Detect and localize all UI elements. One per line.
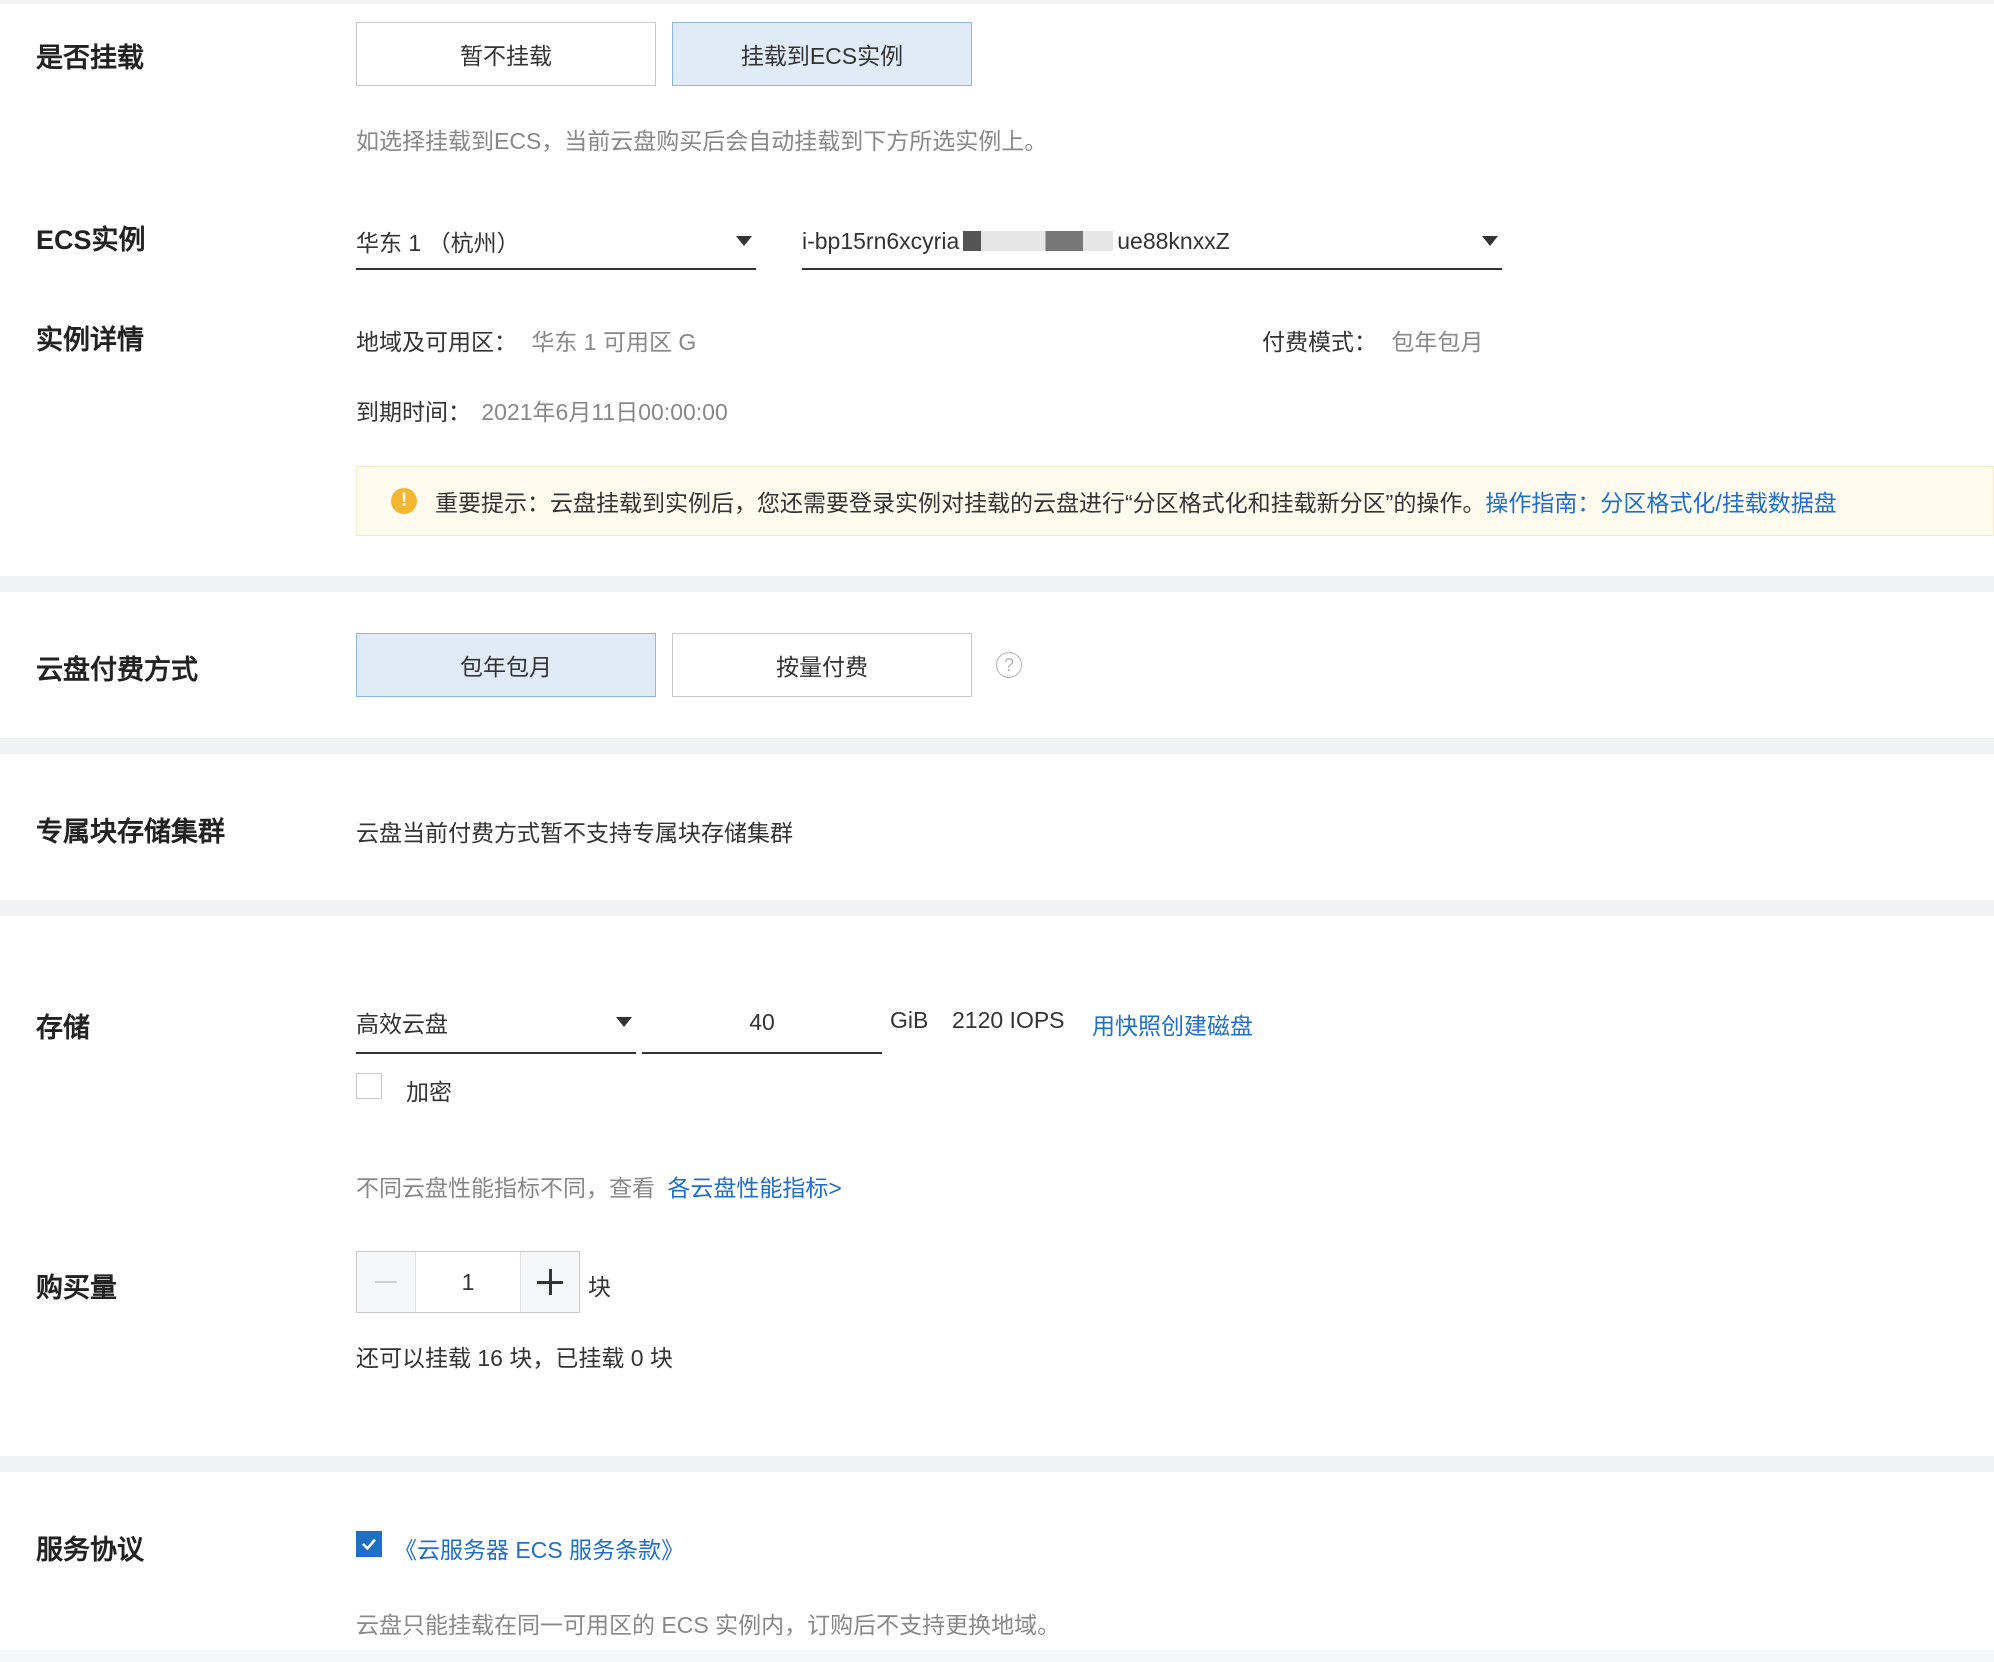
region-zone-key: 地域及可用区： [356, 329, 517, 355]
region-select[interactable]: 华东 1 （杭州） [356, 214, 756, 270]
quantity-value[interactable]: 1 [415, 1252, 521, 1312]
redacted-mask [963, 231, 1114, 251]
agreement-label: 服务协议 [36, 1535, 144, 1565]
billing-label: 云盘付费方式 [36, 655, 198, 685]
expire-row: 到期时间： 2021年6月11日00:00:00 [356, 393, 728, 427]
quantity-label: 购买量 [36, 1273, 117, 1303]
ecs-instance-label: ECS实例 [36, 225, 146, 255]
ecs-terms-link[interactable]: 《云服务器 ECS 服务条款》 [394, 1531, 684, 1565]
instance-select[interactable]: i-bp15rn6xcyria ue88knxxZ [802, 214, 1502, 270]
notice-text: 重要提示：云盘挂载到实例后，您还需要登录实例对挂载的云盘进行“分区格式化和挂载新… [435, 490, 1486, 516]
disk-size-unit: GiB [890, 1007, 929, 1033]
disk-type-select[interactable]: 高效云盘 [356, 992, 636, 1054]
create-from-snapshot-link[interactable]: 用快照创建磁盘 [1092, 1007, 1253, 1041]
performance-link[interactable]: 各云盘性能指标> [667, 1175, 841, 1201]
agreement-checkbox[interactable] [356, 1531, 382, 1557]
billing-payg-button[interactable]: 按量付费 [672, 633, 972, 697]
decrement-button[interactable] [357, 1252, 415, 1312]
instance-id-prefix: i-bp15rn6xcyria [802, 227, 960, 254]
chevron-down-icon [1482, 236, 1498, 246]
disk-size-value: 40 [749, 1008, 775, 1035]
important-notice: ! 重要提示：云盘挂载到实例后，您还需要登录实例对挂载的云盘进行“分区格式化和挂… [356, 466, 1994, 536]
quantity-unit: 块 [588, 1274, 611, 1300]
section-divider [0, 900, 1994, 916]
region-zone-row: 地域及可用区： 华东 1 可用区 G [356, 323, 696, 357]
mount-hint: 如选择挂载到ECS，当前云盘购买后会自动挂载到下方所选实例上。 [356, 128, 1048, 154]
increment-button[interactable] [521, 1252, 579, 1312]
dedicated-cluster-label: 专属块存储集群 [36, 817, 225, 847]
instance-detail-label: 实例详情 [36, 325, 144, 355]
region-select-value: 华东 1 （杭州） [356, 230, 520, 256]
encrypt-checkbox[interactable] [356, 1073, 382, 1099]
section-divider [0, 1456, 1994, 1472]
plus-icon [537, 1269, 563, 1295]
mount-option-ecs-button[interactable]: 挂载到ECS实例 [672, 22, 972, 86]
warning-icon: ! [391, 488, 417, 514]
dedicated-cluster-value: 云盘当前付费方式暂不支持专属块存储集群 [356, 820, 793, 846]
encrypt-label: 加密 [406, 1079, 452, 1105]
disk-size-input[interactable]: 40 [642, 992, 882, 1054]
top-divider [0, 0, 1994, 4]
minus-icon [375, 1281, 397, 1283]
expire-key: 到期时间： [356, 399, 471, 425]
chevron-down-icon [736, 236, 752, 246]
question-circle-icon[interactable]: ? [996, 652, 1022, 678]
storage-label: 存储 [36, 1013, 90, 1043]
agreement-hint: 云盘只能挂载在同一可用区的 ECS 实例内，订购后不支持更换地域。 [356, 1612, 1061, 1638]
disk-iops: 2120 IOPS [952, 1007, 1065, 1033]
mount-option-none-button[interactable]: 暂不挂载 [356, 22, 656, 86]
expire-value: 2021年6月11日00:00:00 [481, 399, 728, 425]
quantity-stepper: 1 [356, 1251, 580, 1313]
disk-type-value: 高效云盘 [356, 1011, 448, 1037]
quantity-hint: 还可以挂载 16 块，已挂载 0 块 [356, 1345, 673, 1371]
section-divider [0, 738, 1994, 754]
pay-mode-value: 包年包月 [1391, 329, 1484, 355]
chevron-down-icon [616, 1017, 632, 1027]
performance-hint: 不同云盘性能指标不同，查看 [356, 1175, 655, 1201]
billing-subscription-button[interactable]: 包年包月 [356, 633, 656, 697]
pay-mode-key: 付费模式： [1262, 329, 1377, 355]
region-zone-value: 华东 1 可用区 G [531, 329, 697, 355]
instance-select-value: i-bp15rn6xcyria ue88knxxZ [802, 228, 1230, 255]
check-icon [362, 1538, 376, 1551]
bottom-divider [0, 1650, 1994, 1662]
instance-id-suffix: ue88knxxZ [1117, 227, 1230, 254]
pay-mode-row: 付费模式： 包年包月 [1262, 323, 1483, 357]
notice-guide-link[interactable]: 操作指南：分区格式化/挂载数据盘 [1485, 484, 1836, 518]
performance-hint-row: 不同云盘性能指标不同，查看 各云盘性能指标> [356, 1169, 842, 1203]
section-divider [0, 576, 1994, 592]
mount-label: 是否挂载 [36, 43, 144, 73]
